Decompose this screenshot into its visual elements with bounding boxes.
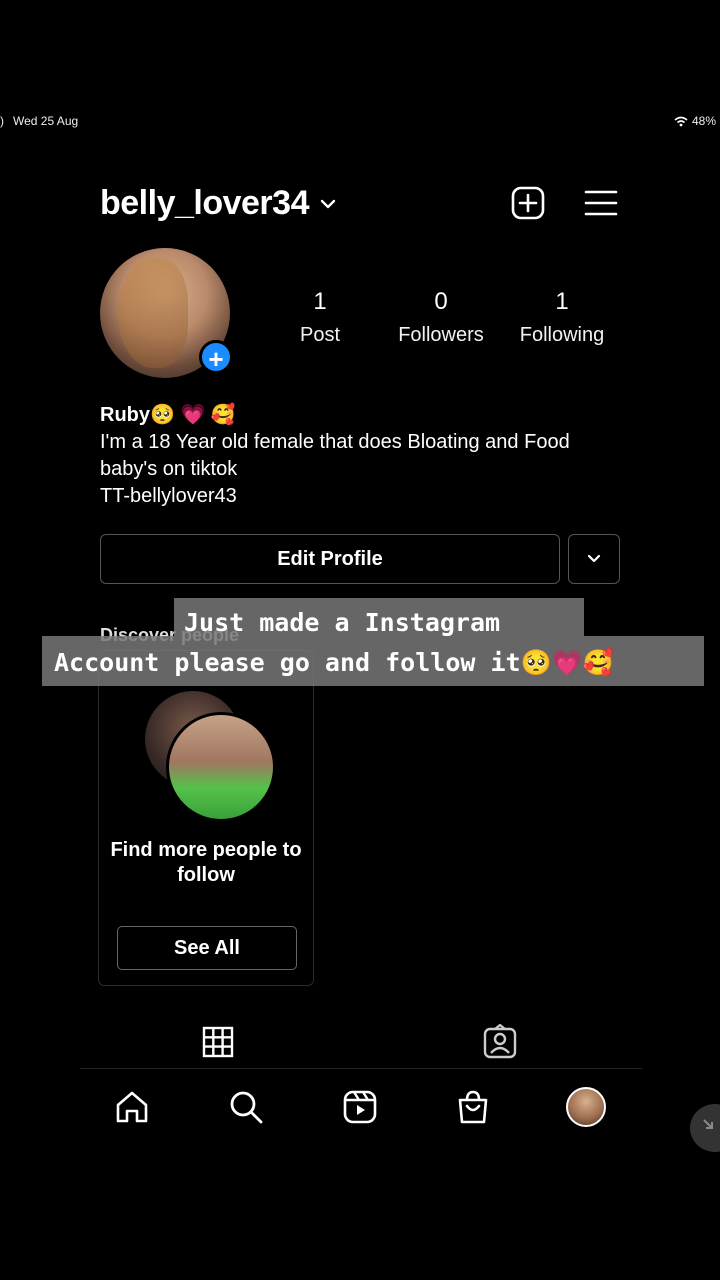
posts-label: Post [299,324,341,346]
suggested-avatar [166,712,276,822]
status-date: Wed 25 Aug [13,114,79,128]
posts-count: 1 [313,288,327,315]
collapse-arrows-icon [703,1119,713,1129]
tagged-person-icon [483,1024,517,1059]
bio-line-2: baby's on tiktok [100,458,238,480]
stat-following[interactable]: 1 Following [508,288,616,347]
chevron-down-icon [587,554,601,563]
nav-home[interactable] [114,1089,150,1125]
caption-line-1: Just made a Instagram [174,598,584,637]
add-square-icon [511,186,545,220]
create-post-button[interactable] [510,185,546,221]
suggestions-toggle-button[interactable] [568,534,620,584]
edit-profile-button[interactable]: Edit Profile [100,534,560,584]
shopping-bag-icon [458,1090,488,1124]
following-label: Following [519,324,605,346]
stat-posts[interactable]: 1 Post [280,288,360,347]
account-switcher[interactable]: belly_lover34 [100,184,337,223]
display-name: Ruby🥺 💗 🥰 [100,404,236,426]
followers-label: Followers [398,324,484,346]
status-dot: ) [0,114,4,128]
search-icon [230,1091,263,1124]
hamburger-icon [584,190,618,216]
menu-button[interactable] [583,185,619,221]
pip-collapse-button[interactable] [690,1104,720,1152]
caption-line-2: Account please go and follow it🥺💗🥰 [42,636,704,686]
profile-bio: Ruby🥺 💗 🥰 I'm a 18 Year old female that … [100,402,660,510]
nav-reels[interactable] [342,1089,378,1125]
divider [80,1068,642,1069]
bio-line-3: TT-bellylover43 [100,485,237,507]
see-all-button[interactable]: See All [117,926,297,970]
stat-followers[interactable]: 0 Followers [385,288,497,347]
nav-search[interactable] [228,1089,264,1125]
tab-tagged[interactable] [482,1024,518,1060]
following-count: 1 [555,288,569,315]
find-more-text: Find more people to follow [110,839,302,886]
add-story-icon[interactable]: + [199,340,233,374]
bio-line-1: I'm a 18 Year old female that does Bloat… [100,431,570,453]
reels-icon [343,1090,377,1124]
chevron-down-icon [320,199,336,208]
battery-level: 48% [692,114,717,128]
tab-posts-grid[interactable] [200,1024,236,1060]
username: belly_lover34 [100,184,309,222]
home-icon [116,1091,148,1123]
grid-icon [202,1026,234,1058]
nav-shop[interactable] [455,1089,491,1125]
wifi-icon [674,116,688,126]
status-right: 48% [674,114,716,128]
nav-profile-avatar[interactable] [566,1087,606,1127]
followers-count: 0 [434,288,448,315]
